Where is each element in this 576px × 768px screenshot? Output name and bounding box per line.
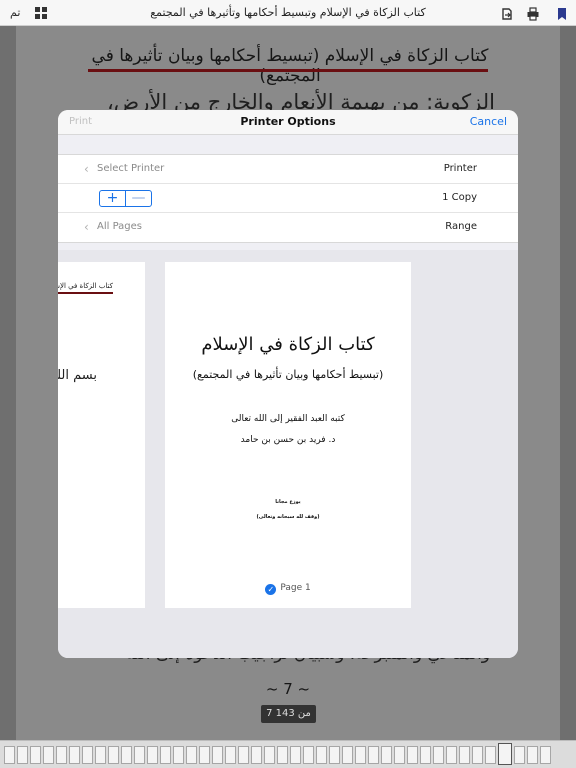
done-button[interactable]: تم — [10, 6, 20, 19]
page-selection-label[interactable]: ✓ Page 1 — [165, 583, 411, 595]
print-preview[interactable]: كتاب الزكاة في الإسلام بسم الله كتاب الز… — [58, 250, 518, 658]
bookmark-icon[interactable] — [555, 6, 569, 20]
preview-author-name: د. فريد بن حسن بن حامد — [240, 435, 336, 445]
top-toolbar: تم كتاب الزكاة في الإسلام وتبسيط أحكامها… — [0, 0, 576, 26]
page-thumbnail[interactable] — [225, 746, 236, 764]
copies-value: 1 Copy — [442, 192, 477, 203]
heading-underline — [88, 69, 488, 72]
page-thumbnail[interactable] — [17, 746, 28, 764]
decrement-button[interactable]: — — [125, 191, 151, 206]
page-thumbnail[interactable] — [121, 746, 132, 764]
grid-icon[interactable] — [35, 7, 47, 19]
copies-stepper[interactable]: + — — [99, 190, 152, 207]
options-list: ‹ Select Printer Printer + — 1 Copy ‹ Al… — [58, 154, 518, 243]
page-thumbnail[interactable] — [56, 746, 67, 764]
page-number: ~ 7 ~ — [265, 680, 311, 698]
document-title: كتاب الزكاة في الإسلام وتبسيط أحكامها وت… — [150, 6, 426, 19]
export-icon[interactable] — [500, 6, 514, 20]
page-thumbnail[interactable] — [342, 746, 353, 764]
page-thumbnail[interactable] — [381, 746, 392, 764]
page-thumbnail[interactable] — [4, 746, 15, 764]
preview-left-title: كتاب الزكاة في الإسلام — [58, 282, 113, 290]
page-thumbnail[interactable] — [277, 746, 288, 764]
all-pages-label: All Pages — [97, 221, 142, 232]
page-thumbnail[interactable] — [355, 746, 366, 764]
dialog-header: Print Printer Options Cancel — [58, 110, 518, 135]
page-indicator: 7 من 143 — [261, 705, 316, 723]
page-thumbnail[interactable] — [459, 746, 470, 764]
page-thumbnail[interactable] — [69, 746, 80, 764]
preview-author-line: كتبه العبد الفقير إلى الله تعالى — [231, 414, 345, 424]
page-thumbnail[interactable] — [199, 746, 210, 764]
preview-book-title: كتاب الزكاة في الإسلام — [201, 334, 375, 355]
page-thumbnail[interactable] — [108, 746, 119, 764]
preview-left-text: بسم الله — [58, 368, 97, 383]
preview-subtitle: (تبسيط أحكامها وبيان تأثيرها في المجتمع) — [192, 368, 384, 381]
page-thumbnail[interactable] — [160, 746, 171, 764]
preview-page-partial[interactable]: كتاب الزكاة في الإسلام بسم الله — [58, 262, 145, 608]
page-thumbnail[interactable] — [498, 743, 512, 765]
page-thumbnail[interactable] — [95, 746, 106, 764]
page-thumbnail[interactable] — [514, 746, 525, 764]
page-thumbnail[interactable] — [527, 746, 538, 764]
page-thumbnail[interactable] — [251, 746, 262, 764]
page-thumbnail[interactable] — [407, 746, 418, 764]
page-thumbnail[interactable] — [485, 746, 496, 764]
thumbnail-list — [4, 743, 572, 765]
page-thumbnail[interactable] — [186, 746, 197, 764]
page-thumbnail[interactable] — [212, 746, 223, 764]
preview-page-1[interactable]: كتاب الزكاة في الإسلام (تبسيط أحكامها وب… — [165, 262, 411, 608]
page-thumbnail[interactable] — [420, 746, 431, 764]
page-thumbnail[interactable] — [303, 746, 314, 764]
checkmark-icon[interactable]: ✓ — [265, 584, 277, 595]
page-thumbnail[interactable] — [147, 746, 158, 764]
cancel-button[interactable]: Cancel — [470, 115, 507, 128]
print-icon[interactable] — [526, 6, 540, 21]
preview-left-underline — [58, 292, 113, 294]
page-thumbnail[interactable] — [368, 746, 379, 764]
page-thumbnail[interactable] — [134, 746, 145, 764]
range-value: Range — [445, 221, 477, 232]
page-thumbnail[interactable] — [329, 746, 340, 764]
select-printer-row[interactable]: ‹ Select Printer Printer — [58, 155, 518, 184]
thumbnail-strip[interactable] — [0, 740, 576, 768]
preview-footer-line: يوزع مجانا — [275, 499, 301, 505]
page-thumbnail[interactable] — [290, 746, 301, 764]
page-thumbnail[interactable] — [43, 746, 54, 764]
page-thumbnail[interactable] — [264, 746, 275, 764]
page-thumbnail[interactable] — [433, 746, 444, 764]
select-printer-label: Select Printer — [97, 163, 165, 174]
page-thumbnail[interactable] — [446, 746, 457, 764]
page-thumbnail[interactable] — [30, 746, 41, 764]
copies-row: + — 1 Copy — [58, 184, 518, 213]
page-thumbnail[interactable] — [394, 746, 405, 764]
page-thumbnail[interactable] — [540, 746, 551, 764]
increment-button[interactable]: + — [100, 191, 125, 206]
page-range-row[interactable]: ‹ All Pages Range — [58, 213, 518, 242]
chevron-left-icon: ‹ — [84, 220, 89, 234]
page-thumbnail[interactable] — [316, 746, 327, 764]
dialog-title: Printer Options — [240, 115, 336, 128]
printer-value: Printer — [443, 163, 477, 174]
page-thumbnail[interactable] — [173, 746, 184, 764]
document-heading: كتاب الزكاة في الإسلام (تبسيط أحكامها وب… — [91, 46, 489, 86]
page-thumbnail[interactable] — [82, 746, 93, 764]
page-label: Page 1 — [280, 583, 311, 593]
page-thumbnail[interactable] — [238, 746, 249, 764]
preview-footer-line: (وقف لله سبحانه وتعالى) — [256, 514, 320, 520]
chevron-left-icon: ‹ — [84, 162, 89, 176]
page-thumbnail[interactable] — [472, 746, 483, 764]
printer-options-dialog: Print Printer Options Cancel ‹ Select Pr… — [58, 110, 518, 658]
